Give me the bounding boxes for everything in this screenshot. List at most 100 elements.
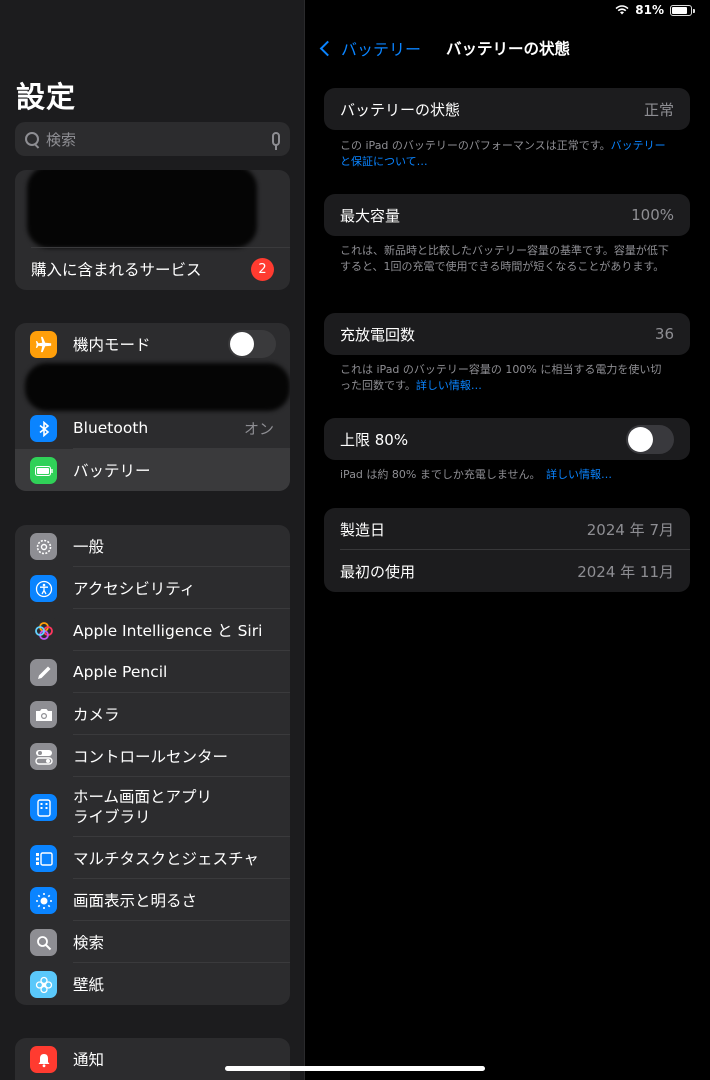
battery-icon <box>30 457 57 484</box>
sidebar-item-label: 検索 <box>73 934 105 952</box>
notifications-group: 通知 <box>15 1038 290 1080</box>
charge-limit-toggle[interactable] <box>626 424 674 454</box>
charge-limit-note: iPad は約 80% までしか充電しません。 詳しい情報… <box>340 468 613 481</box>
sidebar-item-battery[interactable]: バッテリー <box>15 449 290 491</box>
back-button[interactable]: バッテリー <box>318 36 421 60</box>
sidebar-item-label: マルチタスクとジェスチャ <box>73 850 259 868</box>
charge-limit-row: 上限 80% <box>324 418 690 460</box>
home-indicator[interactable] <box>225 1066 485 1071</box>
sidebar-item-label: 壁紙 <box>73 976 105 994</box>
cycle-count-card: 充放電回数 36 <box>324 313 690 355</box>
chevron-left-icon <box>319 40 336 56</box>
status-battery-icon <box>670 4 695 16</box>
search-icon <box>30 929 57 956</box>
sidebar-item-label: Bluetooth <box>73 419 149 437</box>
search-icon <box>25 131 40 147</box>
sidebar-item-multitasking[interactable]: マルチタスクとジェスチャ <box>15 837 290 879</box>
back-label: バッテリー <box>341 40 422 59</box>
search-placeholder: 検索 <box>46 130 77 149</box>
sidebar-item-search[interactable]: 検索 <box>15 921 290 963</box>
siri-icon <box>30 617 57 644</box>
airplane-icon <box>30 331 57 358</box>
sidebar-item-label: コントロールセンター <box>73 748 229 766</box>
manufactured-value: 2024 年 7月 <box>586 520 674 539</box>
sidebar-item-airplane-mode[interactable]: 機内モード <box>15 323 290 365</box>
sidebar-item-wallpaper[interactable]: 壁紙 <box>15 963 290 1005</box>
connectivity-group: 機内モード Bluetooth オン バッテリー <box>15 323 290 491</box>
pencil-icon <box>30 659 57 686</box>
purchases-row[interactable]: 購入に含まれるサービス 2 <box>15 248 290 290</box>
sidebar-item-label: カメラ <box>73 706 120 724</box>
battery-health-row[interactable]: バッテリーの状態 正常 <box>324 88 690 130</box>
battery-percentage: 81% <box>635 3 664 17</box>
account-group: 購入に含まれるサービス 2 <box>15 170 290 290</box>
sidebar-item-display-brightness[interactable]: 画面表示と明るさ <box>15 879 290 921</box>
wifi-icon <box>615 5 629 15</box>
camera-icon <box>30 701 57 728</box>
sidebar-item-label: アクセシビリティ <box>73 580 196 598</box>
sidebar-item-notifications[interactable]: 通知 <box>15 1038 290 1080</box>
sidebar-item-label: 一般 <box>73 538 105 556</box>
sidebar-item-label: 機内モード <box>73 336 151 354</box>
first-use-row: 最初の使用 2024 年 11月 <box>324 550 690 592</box>
redacted-account-info <box>27 170 257 248</box>
microphone-icon[interactable] <box>272 132 280 150</box>
cycle-count-more-info-link[interactable]: 詳しい情報… <box>416 379 482 392</box>
sidebar-item-label: バッテリー <box>73 462 151 480</box>
first-use-value: 2024 年 11月 <box>577 562 674 581</box>
purchases-label: 購入に含まれるサービス <box>31 261 202 279</box>
notification-badge: 2 <box>251 257 274 281</box>
cycle-count-value: 36 <box>654 325 674 343</box>
charge-limit-more-info-link[interactable]: 詳しい情報… <box>546 468 612 481</box>
battery-health-value: 正常 <box>643 100 674 119</box>
max-capacity-note: これは、新品時と比較したバッテリー容量の基準です。容量が低下すると、1回の充電で… <box>340 244 669 273</box>
apple-account-row[interactable] <box>15 170 290 248</box>
brightness-icon <box>30 887 57 914</box>
sidebar-title: 設定 <box>16 80 77 114</box>
battery-health-label: バッテリーの状態 <box>340 100 461 119</box>
multitasking-icon <box>30 845 57 872</box>
sidebar-item-general[interactable]: 一般 <box>15 525 290 567</box>
manufactured-row: 製造日 2024 年 7月 <box>324 508 690 550</box>
sidebar-item-label: Apple Pencil <box>73 663 168 681</box>
accessibility-icon <box>30 575 57 602</box>
redacted-row <box>25 363 290 411</box>
dates-card: 製造日 2024 年 7月 最初の使用 2024 年 11月 <box>324 508 690 592</box>
general-group: 一般 アクセシビリティ Apple Intelligence と Siri Ap… <box>15 525 290 1005</box>
wallpaper-icon <box>30 971 57 998</box>
search-input[interactable]: 検索 <box>15 122 290 156</box>
charge-limit-card: 上限 80% <box>324 418 690 460</box>
sidebar-item-redacted[interactable] <box>15 363 290 411</box>
sidebar-item-siri[interactable]: Apple Intelligence と Siri <box>15 609 290 651</box>
sidebar-item-label: 画面表示と明るさ <box>73 892 198 910</box>
cycle-count-label: 充放電回数 <box>340 325 416 344</box>
control-center-icon <box>30 743 57 770</box>
max-capacity-row: 最大容量 100% <box>324 194 690 236</box>
status-bar: 81% <box>615 3 695 17</box>
battery-health-card: バッテリーの状態 正常 <box>324 88 690 130</box>
cycle-count-row: 充放電回数 36 <box>324 313 690 355</box>
sidebar-item-apple-pencil[interactable]: Apple Pencil <box>15 651 290 693</box>
home-screen-icon <box>30 794 57 821</box>
sidebar-item-accessibility[interactable]: アクセシビリティ <box>15 567 290 609</box>
page-title: バッテリーの状態 <box>446 40 571 58</box>
sidebar-item-home-screen[interactable]: ホーム画面とアプリ ライブラリ <box>15 777 290 837</box>
charge-limit-label: 上限 80% <box>340 430 409 449</box>
sidebar-item-camera[interactable]: カメラ <box>15 693 290 735</box>
notification-icon <box>30 1046 57 1073</box>
max-capacity-card: 最大容量 100% <box>324 194 690 236</box>
sidebar-item-control-center[interactable]: コントロールセンター <box>15 735 290 777</box>
battery-health-note: この iPad のバッテリーのパフォーマンスは正常です。バッテリーと保証について… <box>340 139 666 168</box>
first-use-label: 最初の使用 <box>340 562 416 581</box>
airplane-mode-toggle[interactable] <box>228 330 276 358</box>
sidebar-item-label: 通知 <box>73 1051 105 1069</box>
gear-icon <box>30 533 57 560</box>
cycle-count-note: これは iPad のバッテリー容量の 100% に相当する電力を使い切った回数で… <box>340 363 662 392</box>
sidebar-item-label: ホーム画面とアプリ <box>73 788 213 806</box>
sidebar-item-bluetooth[interactable]: Bluetooth オン <box>15 407 290 449</box>
sidebar-item-label: ライブラリ <box>73 808 151 826</box>
manufactured-label: 製造日 <box>340 520 386 539</box>
bluetooth-icon <box>30 415 57 442</box>
sidebar-item-label: Apple Intelligence と Siri <box>73 622 263 640</box>
settings-sidebar: 設定 検索 購入に含まれるサービス 2 機内モード Bluetooth オン バ… <box>0 0 305 1080</box>
